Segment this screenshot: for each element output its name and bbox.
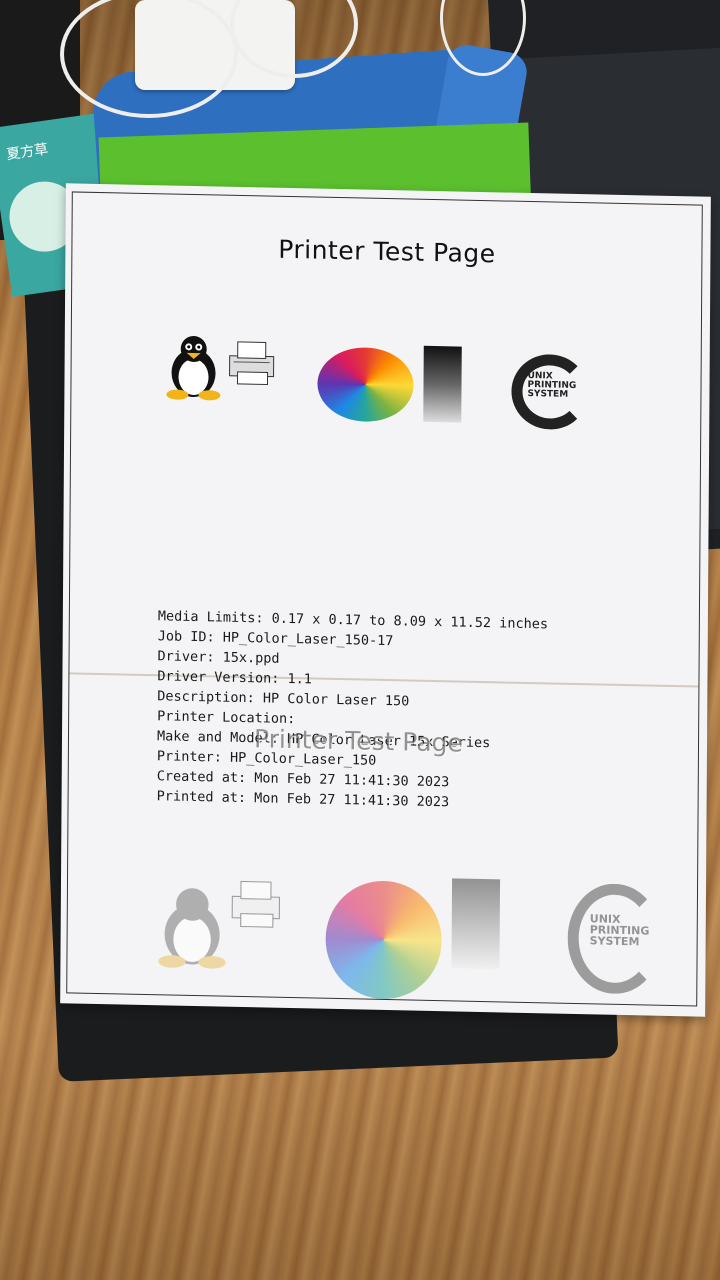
grayscale-ramp-icon: [423, 345, 462, 423]
cups-logo-text: UNIX PRINTING SYSTEM: [589, 912, 650, 949]
box-label: 夏方草: [5, 141, 50, 164]
tux-penguin-icon: [166, 335, 221, 401]
grayscale-ramp-icon: [451, 878, 501, 970]
photo-scene: 夏方草 Printer Test Page UNIX PRINTING SYST…: [0, 0, 720, 1280]
page-title: Printer Test Page: [278, 234, 496, 269]
cups-logo-text: UNIX PRINTING SYSTEM: [527, 370, 577, 400]
test-page-paper: Printer Test Page UNIX PRINTING SYSTEM M…: [60, 183, 711, 1017]
printer-icon: [229, 341, 275, 386]
printer-icon: [231, 880, 281, 928]
embossed-title: Printer Test Page: [253, 724, 463, 758]
top-icon-row: UNIX PRINTING SYSTEM: [71, 322, 701, 445]
bottom-icon-row: UNIX PRINTING SYSTEM: [67, 852, 697, 1001]
color-wheel-icon: [317, 346, 414, 423]
color-wheel-icon: [325, 879, 443, 1001]
printer-info-block: Media Limits: 0.17 x 0.17 to 8.09 x 11.5…: [157, 606, 549, 814]
page-border: Printer Test Page UNIX PRINTING SYSTEM M…: [66, 191, 703, 1007]
